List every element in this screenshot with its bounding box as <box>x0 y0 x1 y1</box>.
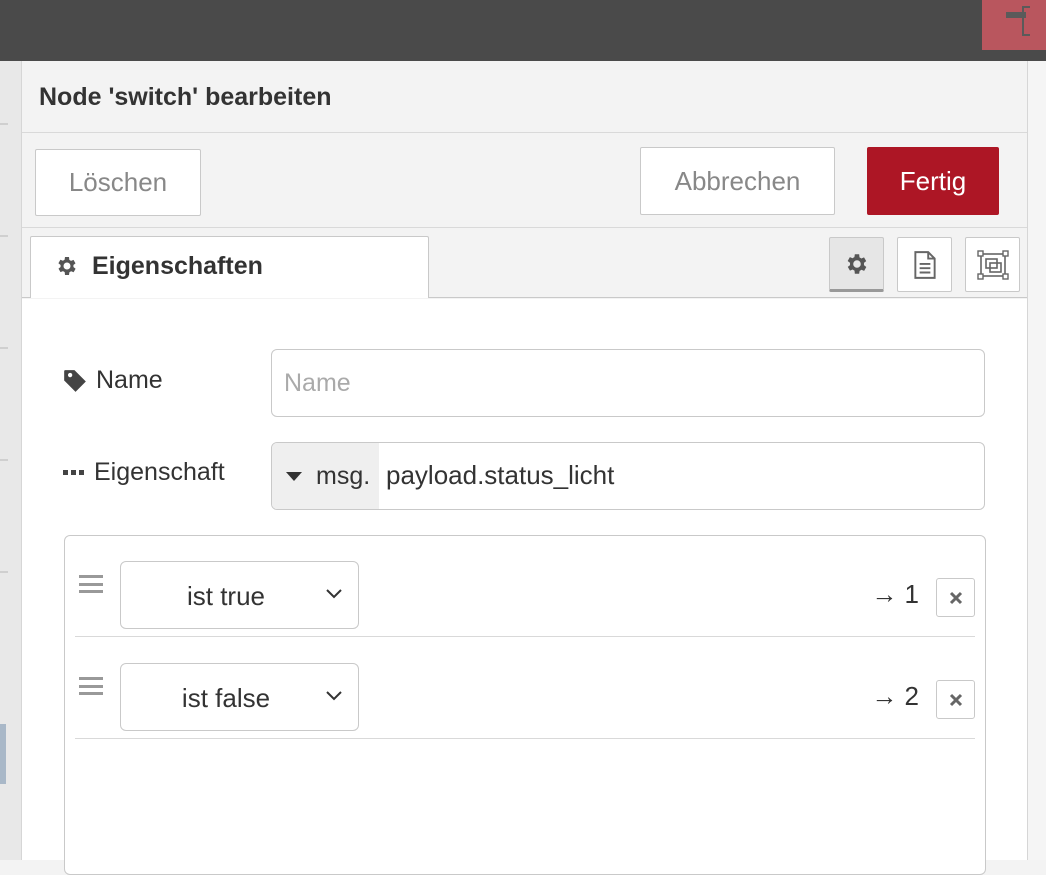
grid-tick <box>0 571 8 573</box>
rule-condition-select[interactable]: ist true <box>120 561 359 629</box>
rule-condition-value: ist true <box>186 581 266 611</box>
drag-handle-icon[interactable] <box>79 677 103 695</box>
name-label: Name <box>62 366 163 395</box>
property-typed-input[interactable]: msg. payload.status_licht <box>271 442 985 510</box>
description-tab-button[interactable] <box>897 237 952 292</box>
property-label: Eigenschaft <box>62 458 225 487</box>
grid-tick <box>0 459 8 461</box>
deploy-icon-bracket <box>1022 6 1030 36</box>
rule-condition-value: ist false <box>181 683 271 713</box>
chevron-down-icon <box>326 589 342 599</box>
editor-header-bar <box>0 0 1046 61</box>
rules-list: ist true → 1 ist false → 2 <box>64 535 986 875</box>
name-label-text: Name <box>96 366 163 394</box>
remove-rule-button[interactable] <box>936 680 975 719</box>
properties-form: Name Eigenschaft msg. payload.status_lic… <box>22 299 1027 875</box>
close-icon <box>949 591 962 604</box>
grid-tick <box>0 123 8 125</box>
tab-properties-label: Eigenschaften <box>92 252 263 280</box>
grid-tick <box>0 347 8 349</box>
chevron-down-icon <box>326 691 342 701</box>
property-type-prefix: msg. <box>316 461 371 490</box>
done-button[interactable]: Fertig <box>867 147 999 215</box>
rule-row: ist false → 2 <box>75 638 975 739</box>
property-value[interactable]: payload.status_licht <box>386 460 614 491</box>
remove-rule-button[interactable] <box>936 578 975 617</box>
drag-handle-icon[interactable] <box>79 575 103 593</box>
close-icon <box>949 693 962 706</box>
appearance-tab-button[interactable] <box>965 237 1020 292</box>
rule-output-label: → 2 <box>871 681 919 711</box>
gear-icon <box>58 257 76 275</box>
property-label-text: Eigenschaft <box>94 458 225 486</box>
name-input[interactable] <box>271 349 985 417</box>
deploy-button[interactable] <box>982 0 1046 50</box>
tag-icon <box>64 369 86 392</box>
tab-properties[interactable]: Eigenschaften <box>30 236 429 298</box>
edit-tray: Node 'switch' bearbeiten Löschen Abbrech… <box>22 61 1027 875</box>
flow-node-partial[interactable] <box>0 724 6 784</box>
sidebar-edge <box>1027 61 1046 860</box>
caret-down-icon <box>286 471 302 481</box>
cancel-button[interactable]: Abbrechen <box>640 147 835 215</box>
delete-button[interactable]: Löschen <box>35 149 201 216</box>
gear-icon <box>847 253 866 274</box>
property-type-select[interactable]: msg. <box>272 443 379 509</box>
tray-title: Node 'switch' bearbeiten <box>39 83 332 111</box>
workspace-canvas-edge <box>0 61 22 860</box>
rule-row: ist true → 1 <box>75 536 975 637</box>
rule-output-label: → 1 <box>871 579 919 609</box>
ellipsis-icon <box>63 469 84 475</box>
document-icon <box>913 250 936 279</box>
tray-toolbar: Löschen Abbrechen Fertig <box>22 133 1027 228</box>
appearance-icon <box>976 249 1009 280</box>
rule-condition-select[interactable]: ist false <box>120 663 359 731</box>
tab-bar: Eigenschaften <box>22 228 1027 299</box>
tray-header: Node 'switch' bearbeiten <box>22 61 1027 133</box>
settings-tab-button[interactable] <box>829 237 884 292</box>
grid-tick <box>0 235 8 237</box>
